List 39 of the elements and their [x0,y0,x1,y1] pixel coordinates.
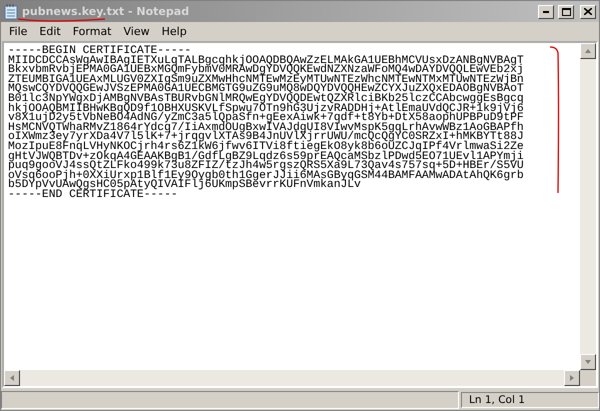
text-line: gHtVJWQBTDv+zOkqA4GEAAKBgB1/GdfLgBZ9Lqdz6s59prEAQcaMSbzlPDwd5EO71UEvl1APYmji [8,152,525,162]
text-line: v8X1ujD2y5tVbNeBO4AdNG/yZmC3a5lQpaSfn+gEexAiwk+7qdf+t8Yb+DtX58aophUPBPuD9tPF [8,114,525,124]
text-line: B01lc3NpYWgxDjAMBgNVBAsTBURvbGNlMRQwEgYDVQQDEwtQZXRlciBKb25lczCCAbcwggEsBgcq [8,94,525,105]
horizontal-scrollbar[interactable] [4,370,580,386]
text-line: BkxvbmRvbjEPMA0GA1UEBxMGQmFybmV0MRAwDgYDVQQKEwdNZXNzaWFoMQ4wDAYDVQQLEwVEb2xj [8,66,525,76]
down-arrow-icon [585,359,591,365]
left-arrow-icon [9,375,15,381]
text-line: MozIpuE8FnqLVHyNKOCjrh4rs6Z1kW6jfwv6ITVi8ftiegEkO8yk8b6oUZCJqIPf4VrlmwaSi2Ze [8,142,525,153]
menu-item[interactable]: Edit [33,25,67,38]
window-title: pubnews.key.txt - Notepad [22,5,190,18]
menu-item[interactable]: Format [66,25,118,38]
text-line: oVsq6ooPjh+0XXiUrxp1Blf1Ey9Oygb0th1GgerJJii6MAsGByqGSM44BAMFAAMwADAtAhQK6grb [8,172,525,182]
text-line: MIIDCDCCAsWgAwIBAgIETXuLqTALBgcqhkjOOAQDBQAwZzELMAkGA1UEBhMCVUsxDzANBgNVBAgT [8,56,525,66]
minimize-icon [543,10,549,12]
up-arrow-icon [585,48,591,54]
close-icon [584,8,592,15]
text-line: oIXWmz3ey7yrXDa4V7l5lK+7+jrqgvlXTAs9B4JnUVlXjrrUWU/mcQcQgYC0SRZxI+hMKBYTt88J [8,133,525,143]
cursor-position: Ln 1, Col 1 [461,392,599,408]
minimize-button[interactable] [538,4,554,18]
scroll-down-button[interactable] [580,354,596,370]
menu-item[interactable]: File [3,25,34,38]
close-button[interactable] [580,4,596,18]
scrollbar-corner [580,370,596,386]
maximize-icon [562,8,570,16]
text-line: hkjOOAQBMIIBHwKBgQD9f1OBHXUSKVLfSpwu7OTn9hG3UjzvRADDHj+AtlEmaUVdQCJR+1k9jVj6 [8,104,525,114]
text-line: puq9gooVJ4ssQtZLFko499k73u8ZFIZ/tzJh4w5rgszQRS5Xa9L73Qav4s757sq+5D+HBEr/S5VU [8,162,525,172]
text-line: MQswCQYDVQQGEwJVSzEPMA0GA1UECBMGTG9uZG9uMQ8wDQYDVQQHEwZCYXJuZXQxEDAOBgNVBAoT [8,85,525,95]
menu-item[interactable]: Help [156,25,193,38]
notepad-icon [4,4,18,20]
scroll-up-button[interactable] [580,43,596,59]
vertical-scrollbar[interactable] [580,43,596,370]
scroll-left-button[interactable] [4,370,20,386]
scroll-right-button[interactable] [564,370,580,386]
maximize-button[interactable] [558,4,574,18]
text-line: b5DYpVvUAwQgsHC05pAtyQIVAIFlj6UKmpSBevrrKUFnVmkanJLv [8,181,361,191]
menu-item[interactable]: View [118,25,156,38]
right-arrow-icon [569,375,575,381]
text-line: -----END CERTIFICATE----- [8,190,178,200]
text-line: HsMCNVQTWhaRMvZ1864rYdcq7/IiAxmdOUgBxwIVAJdgUI8VIwvMspK5gqLrhAvwWBz1AoGBAPfh [8,124,525,134]
